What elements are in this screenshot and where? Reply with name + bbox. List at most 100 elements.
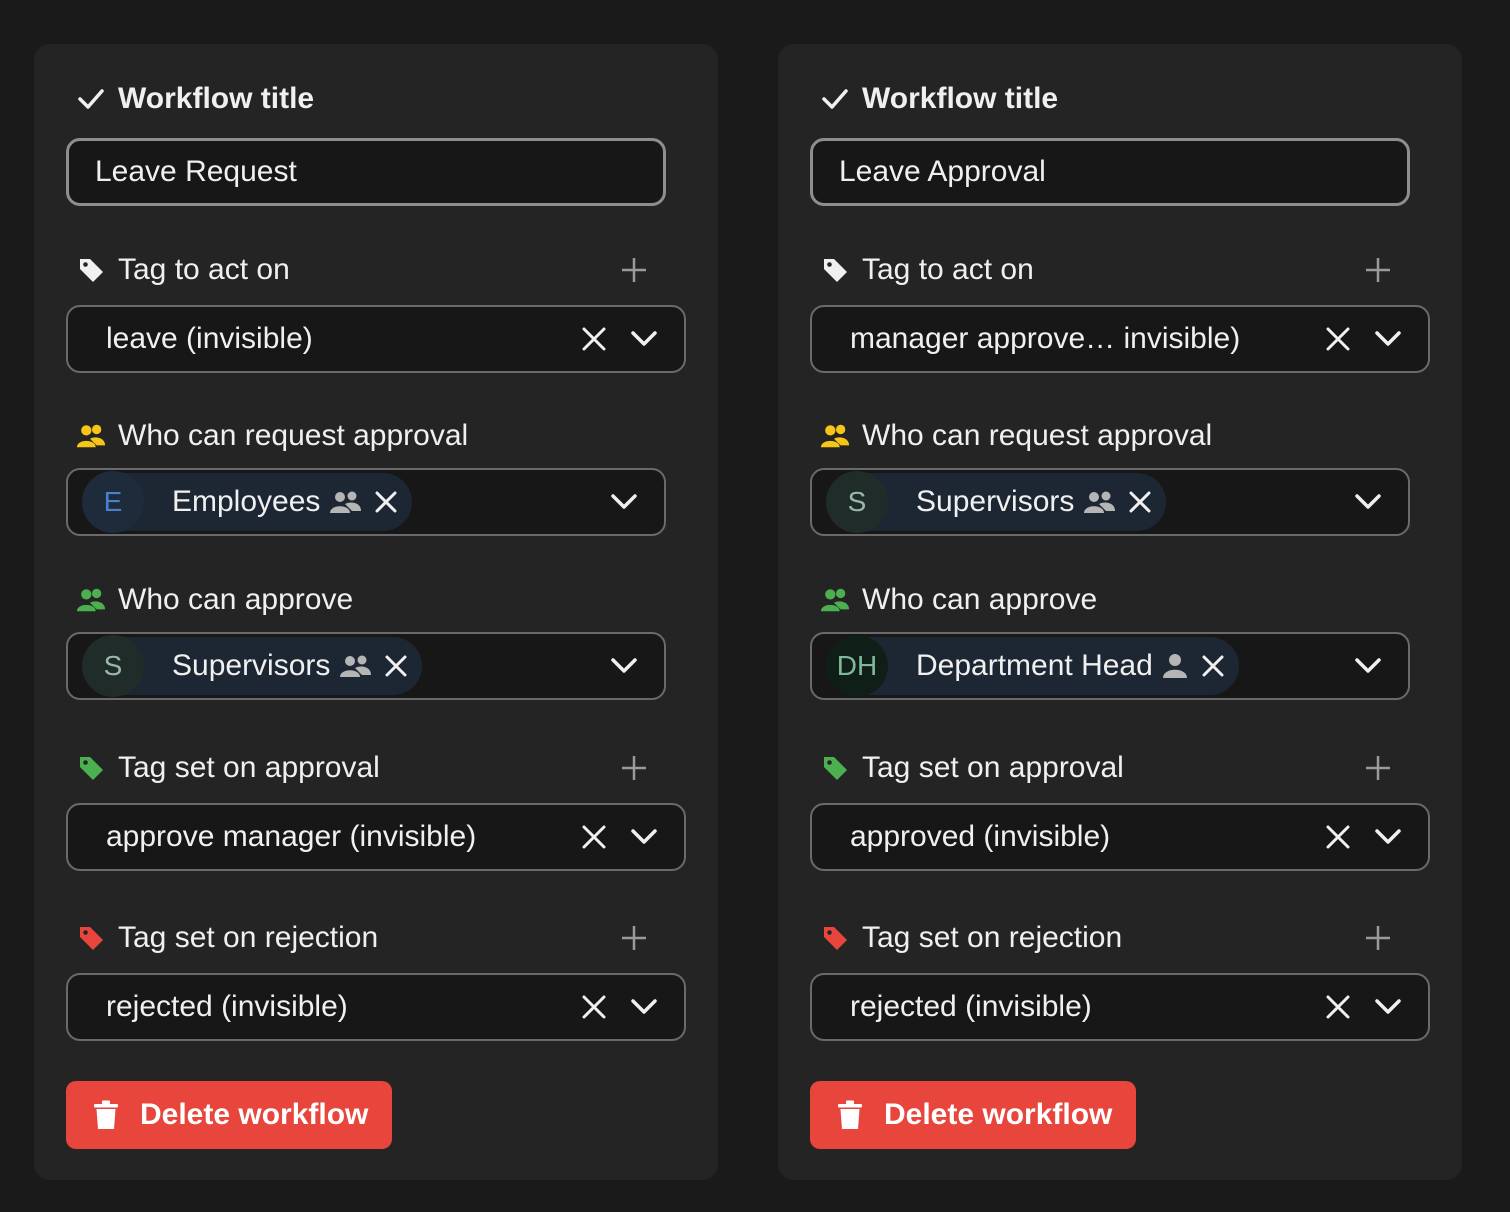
request-select[interactable]: S Supervisors — [810, 468, 1410, 536]
tag-act-select[interactable]: leave (invisible) — [66, 305, 686, 373]
tag-icon — [76, 255, 106, 285]
approval-tag-label-row: Tag set on approval — [76, 748, 686, 788]
add-tag-plus-icon[interactable] — [1358, 250, 1398, 290]
users-icon — [338, 654, 372, 678]
rejection-tag-label: Tag set on rejection — [862, 921, 1123, 954]
delete-workflow-button[interactable]: Delete workflow — [810, 1081, 1137, 1149]
chevron-down-icon[interactable] — [1348, 482, 1388, 522]
workflow-title-label-row: Workflow title — [76, 79, 686, 119]
chevron-down-icon[interactable] — [1348, 646, 1388, 686]
delete-workflow-button[interactable]: Delete workflow — [66, 1081, 393, 1149]
tag-icon — [820, 255, 850, 285]
rejection-tag-select[interactable]: rejected (invisible) — [810, 973, 1430, 1041]
avatar: E — [82, 471, 144, 533]
tag-green-icon — [820, 753, 850, 783]
chevron-down-icon[interactable] — [1368, 319, 1408, 359]
avatar: S — [826, 471, 888, 533]
clear-icon[interactable] — [574, 817, 614, 857]
rejection-tag-value: rejected (invisible) — [106, 990, 348, 1023]
check-icon — [76, 84, 106, 114]
add-tag-plus-icon[interactable] — [1358, 918, 1398, 958]
workflow-title-label-row: Workflow title — [820, 79, 1430, 119]
approval-tag-select[interactable]: approved (invisible) — [810, 803, 1430, 871]
tag-act-value: leave (invisible) — [106, 322, 313, 355]
approve-label-row: Who can approve — [76, 580, 686, 620]
workflow-title-input[interactable] — [810, 138, 1410, 206]
workflow-title-label: Workflow title — [862, 82, 1059, 115]
clear-icon[interactable] — [574, 987, 614, 1027]
tag-red-icon — [820, 923, 850, 953]
request-label-row: Who can request approval — [820, 416, 1430, 456]
tag-green-icon — [76, 753, 106, 783]
chevron-down-icon[interactable] — [1368, 817, 1408, 857]
request-label: Who can request approval — [862, 419, 1213, 452]
tag-act-label-row: Tag to act on — [76, 250, 686, 290]
chip-name: Supervisors — [172, 649, 331, 682]
tag-act-value: manager approve… invisible) — [850, 322, 1241, 355]
check-icon — [820, 84, 850, 114]
clear-icon[interactable] — [574, 319, 614, 359]
workflow-card: Workflow title Tag to act on manager app… — [778, 44, 1462, 1180]
avatar: DH — [826, 635, 888, 697]
request-chip: S Supervisors — [826, 471, 1167, 533]
request-label: Who can request approval — [118, 419, 469, 452]
approve-label: Who can approve — [118, 583, 354, 616]
chevron-down-icon[interactable] — [624, 987, 664, 1027]
add-tag-plus-icon[interactable] — [614, 748, 654, 788]
approve-chip: DH Department Head — [826, 635, 1239, 697]
users-icon — [1082, 490, 1116, 514]
rejection-tag-label: Tag set on rejection — [118, 921, 379, 954]
remove-chip-icon[interactable] — [384, 654, 408, 678]
chevron-down-icon[interactable] — [604, 646, 644, 686]
delete-workflow-label: Delete workflow — [884, 1098, 1113, 1131]
chevron-down-icon[interactable] — [624, 817, 664, 857]
trash-icon — [94, 1100, 118, 1130]
request-label-row: Who can request approval — [76, 416, 686, 456]
tag-act-label-row: Tag to act on — [820, 250, 1430, 290]
approval-tag-select[interactable]: approve manager (invisible) — [66, 803, 686, 871]
chip-name: Supervisors — [916, 485, 1075, 518]
delete-workflow-label: Delete workflow — [140, 1098, 369, 1131]
clear-icon[interactable] — [1318, 987, 1358, 1027]
group-yellow-icon — [820, 421, 850, 451]
approve-select[interactable]: S Supervisors — [66, 632, 666, 700]
users-icon — [328, 490, 362, 514]
request-chip: E Employees — [82, 471, 413, 533]
add-tag-plus-icon[interactable] — [614, 250, 654, 290]
add-tag-plus-icon[interactable] — [614, 918, 654, 958]
approve-chip: S Supervisors — [82, 635, 423, 697]
chip-name: Department Head — [916, 649, 1153, 682]
group-green-icon — [76, 585, 106, 615]
chevron-down-icon[interactable] — [1368, 987, 1408, 1027]
add-tag-plus-icon[interactable] — [1358, 748, 1398, 788]
remove-chip-icon[interactable] — [1201, 654, 1225, 678]
workflow-title-label: Workflow title — [118, 82, 315, 115]
workflow-card: Workflow title Tag to act on leave (invi… — [34, 44, 718, 1180]
chevron-down-icon[interactable] — [624, 319, 664, 359]
clear-icon[interactable] — [1318, 817, 1358, 857]
group-green-icon — [820, 585, 850, 615]
tag-act-select[interactable]: manager approve… invisible) — [810, 305, 1430, 373]
rejection-tag-label-row: Tag set on rejection — [820, 918, 1430, 958]
trash-icon — [838, 1100, 862, 1130]
remove-chip-icon[interactable] — [374, 490, 398, 514]
chevron-down-icon[interactable] — [604, 482, 644, 522]
rejection-tag-value: rejected (invisible) — [850, 990, 1092, 1023]
approve-label: Who can approve — [862, 583, 1098, 616]
tag-red-icon — [76, 923, 106, 953]
approval-tag-label-row: Tag set on approval — [820, 748, 1430, 788]
request-select[interactable]: E Employees — [66, 468, 666, 536]
chip-name: Employees — [172, 485, 321, 518]
approval-tag-label: Tag set on approval — [862, 751, 1124, 784]
user-icon — [1161, 653, 1189, 679]
approval-tag-label: Tag set on approval — [118, 751, 380, 784]
tag-act-label: Tag to act on — [118, 253, 290, 286]
remove-chip-icon[interactable] — [1128, 490, 1152, 514]
avatar: S — [82, 635, 144, 697]
clear-icon[interactable] — [1318, 319, 1358, 359]
rejection-tag-label-row: Tag set on rejection — [76, 918, 686, 958]
approve-select[interactable]: DH Department Head — [810, 632, 1410, 700]
workflow-title-input[interactable] — [66, 138, 666, 206]
approval-tag-value: approved (invisible) — [850, 820, 1111, 853]
rejection-tag-select[interactable]: rejected (invisible) — [66, 973, 686, 1041]
